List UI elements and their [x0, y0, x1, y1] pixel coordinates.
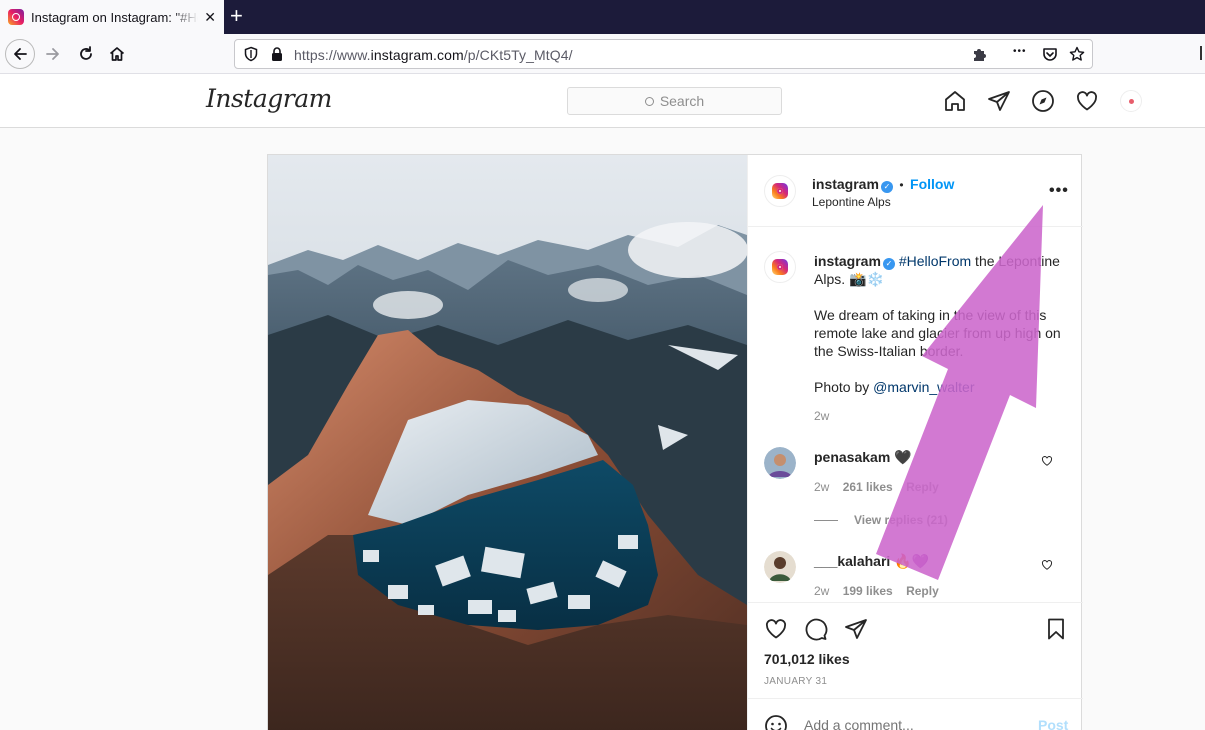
post-card: instagram ✓ • Follow Lepontine Alps ••• i…: [267, 154, 1083, 730]
add-comment-input[interactable]: [804, 717, 1024, 730]
back-button[interactable]: [5, 39, 35, 69]
activity-heart-icon[interactable]: [1075, 89, 1099, 113]
comment-username[interactable]: penasakam: [814, 449, 890, 465]
comment-avatar[interactable]: [764, 447, 796, 479]
browser-tab[interactable]: Instagram on Instagram: "#HelloFrom the …: [0, 0, 224, 34]
home-icon[interactable]: [943, 89, 967, 113]
verified-badge-icon: ✓: [882, 258, 895, 270]
comment-reply-button[interactable]: Reply: [906, 480, 939, 494]
caption-mention[interactable]: @marvin_walter: [873, 379, 974, 395]
add-comment-bar: Post: [748, 698, 1083, 730]
like-comment-heart-icon[interactable]: [1041, 455, 1053, 467]
caption: instagram ✓ #HelloFrom the Lepontine Alps…: [814, 252, 1064, 396]
author-line: instagram ✓ • Follow: [812, 176, 954, 194]
post-sidebar: instagram ✓ • Follow Lepontine Alps ••• i…: [747, 155, 1083, 730]
caption-author-avatar[interactable]: [764, 251, 796, 283]
comment-likes[interactable]: 199 likes: [843, 584, 893, 598]
window-edge: [1200, 46, 1202, 60]
save-bookmark-icon[interactable]: [1044, 617, 1068, 641]
comment-username[interactable]: ___kalahari: [814, 553, 890, 569]
arrow-right-icon: [46, 48, 59, 60]
instagram-header: Instagram Search: [0, 74, 1205, 128]
lock-icon[interactable]: [270, 46, 284, 62]
follow-separator: •: [899, 178, 904, 192]
caption-username[interactable]: instagram: [814, 253, 881, 269]
view-replies-label: View replies (21): [854, 513, 948, 527]
post-photo[interactable]: [268, 155, 747, 730]
search-placeholder: Search: [659, 93, 705, 109]
author-username[interactable]: instagram: [812, 176, 879, 192]
comment-age[interactable]: 2w: [814, 480, 829, 494]
comment-text: 🔥💜: [894, 553, 930, 569]
like-count[interactable]: 701,012 likes: [764, 651, 850, 667]
arrow-left-icon: [14, 48, 27, 60]
comment-reply-button[interactable]: Reply: [906, 584, 939, 598]
comment-meta: 2w 199 likes Reply: [814, 584, 939, 598]
like-comment-heart-icon[interactable]: [1041, 559, 1053, 571]
url-text[interactable]: https://www.instagram.com/p/CKt5Ty_MtQ4/: [294, 47, 573, 63]
search-input[interactable]: Search: [567, 87, 782, 115]
comment-row: penasakam 🖤: [814, 449, 912, 466]
view-replies-button[interactable]: View replies (21): [814, 513, 948, 527]
post-actions: 701,012 likes JANUARY 31 Post: [748, 602, 1083, 730]
new-tab-button[interactable]: +: [230, 4, 243, 28]
comment-age[interactable]: 2w: [814, 584, 829, 598]
reload-button[interactable]: [71, 39, 101, 69]
author-avatar[interactable]: [764, 175, 796, 207]
browser-toolbar: https://www.instagram.com/p/CKt5Ty_MtQ4/…: [0, 34, 1205, 74]
page-actions-icon[interactable]: •••: [1013, 46, 1027, 57]
caption-photo-credit: Photo by: [814, 379, 874, 395]
caption-hashtag[interactable]: #HelloFrom: [899, 253, 971, 269]
comment-meta: 2w 261 likes Reply: [814, 480, 939, 494]
mountain-lake-photo: [268, 155, 747, 730]
comment-bubble-icon[interactable]: [804, 617, 828, 641]
forward-button[interactable]: [38, 39, 68, 69]
like-heart-icon[interactable]: [764, 617, 788, 641]
home-icon: [109, 47, 125, 61]
caption-paragraph: We dream of taking in the view of this r…: [814, 307, 1061, 359]
home-button[interactable]: [102, 39, 132, 69]
comment-avatar[interactable]: [764, 551, 796, 583]
verified-badge-icon: ✓: [880, 181, 893, 193]
shield-icon[interactable]: [243, 46, 259, 62]
more-options-icon[interactable]: •••: [1049, 182, 1069, 200]
bookmark-star-icon[interactable]: [1069, 46, 1085, 62]
follow-button[interactable]: Follow: [910, 176, 954, 192]
address-bar[interactable]: https://www.instagram.com/p/CKt5Ty_MtQ4/…: [234, 39, 1093, 69]
instagram-logo[interactable]: Instagram: [206, 84, 332, 113]
post-date[interactable]: JANUARY 31: [764, 676, 827, 687]
tab-close-icon[interactable]: ✕: [204, 9, 216, 26]
post-header: instagram ✓ • Follow Lepontine Alps •••: [748, 155, 1083, 227]
comment-likes[interactable]: 261 likes: [843, 480, 893, 494]
post-comment-button[interactable]: Post: [1038, 717, 1068, 730]
puzzle-extension-icon[interactable]: [971, 46, 988, 63]
reload-icon: [80, 46, 92, 60]
instagram-favicon-icon: [8, 9, 24, 25]
browser-tab-bar: Instagram on Instagram: "#HelloFrom the …: [0, 0, 1205, 34]
tab-title: Instagram on Instagram: "#HelloFrom the …: [31, 9, 198, 25]
search-icon: [644, 96, 654, 106]
explore-compass-icon[interactable]: [1031, 89, 1055, 113]
caption-age[interactable]: 2w: [814, 409, 829, 423]
comment-text: 🖤: [894, 449, 912, 465]
comment-row: ___kalahari 🔥💜: [814, 553, 929, 570]
share-paper-plane-icon[interactable]: [844, 617, 868, 641]
replies-divider: [814, 519, 838, 521]
direct-messages-icon[interactable]: [987, 89, 1011, 113]
profile-avatar[interactable]: [1120, 90, 1142, 112]
emoji-smiley-icon[interactable]: [764, 714, 788, 730]
post-location[interactable]: Lepontine Alps: [812, 195, 891, 209]
pocket-icon[interactable]: [1042, 46, 1058, 62]
